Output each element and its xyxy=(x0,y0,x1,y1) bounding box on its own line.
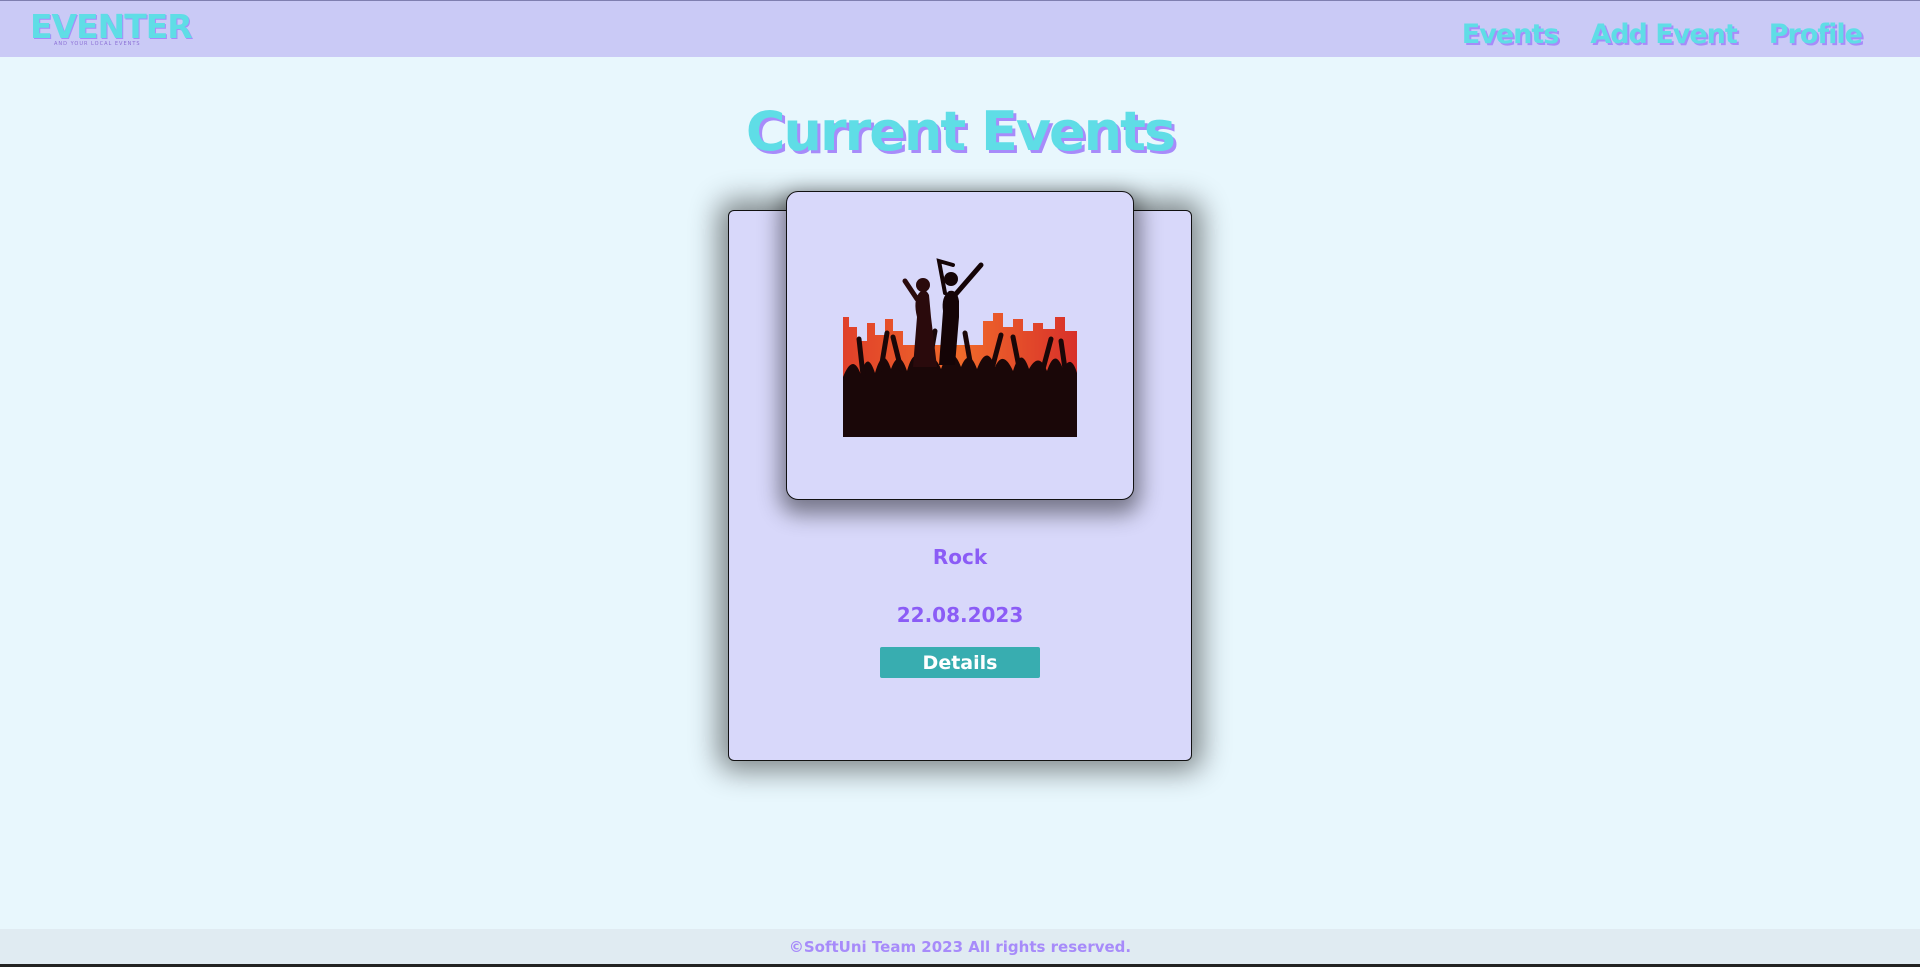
logo-tagline: and your local events xyxy=(54,41,141,47)
event-date: 22.08.2023 xyxy=(896,603,1024,627)
event-image xyxy=(786,191,1134,500)
nav-events-link[interactable]: Events xyxy=(1462,19,1560,50)
details-button[interactable]: Details xyxy=(880,647,1040,678)
footer-copyright: ©SoftUni Team 2023 All rights reserved. xyxy=(788,938,1132,956)
page-title: Current Events xyxy=(745,100,1176,163)
logo[interactable]: EVENTER and your local events xyxy=(30,7,193,51)
main-nav: Events Add Event Profile xyxy=(1462,19,1863,50)
nav-add-event-link[interactable]: Add Event xyxy=(1590,19,1737,50)
site-footer: ©SoftUni Team 2023 All rights reserved. xyxy=(0,929,1920,967)
concert-crowd-image xyxy=(843,258,1077,437)
nav-profile-link[interactable]: Profile xyxy=(1769,19,1863,50)
event-name: Rock xyxy=(932,545,988,569)
site-header: EVENTER and your local events Events Add… xyxy=(0,0,1920,57)
